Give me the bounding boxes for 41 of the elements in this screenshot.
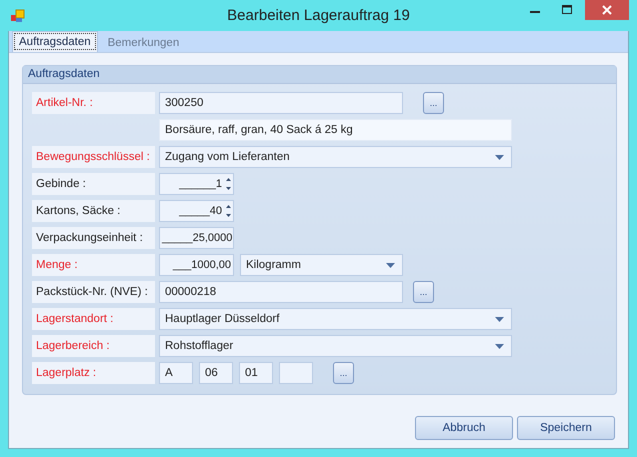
spinner-arrows-icon[interactable] (226, 178, 231, 190)
field-label: Lagerstandort : (32, 308, 155, 330)
field-label: Menge : (32, 254, 155, 276)
field-label: Bewegungsschlüssel : (32, 146, 155, 168)
dropdown-arrow-icon (495, 154, 504, 160)
spinner-arrows-icon[interactable] (226, 205, 231, 217)
text-field[interactable]: 00000218 (159, 281, 403, 303)
browse-button[interactable]: ... (423, 92, 444, 114)
dropdown[interactable]: Hauptlager Düsseldorf (159, 308, 512, 330)
field-label: Verpackungseinheit : (32, 227, 155, 249)
location-field[interactable]: 06 (199, 362, 233, 384)
field-label: Gebinde : (32, 173, 155, 195)
dropdown-arrow-icon (495, 344, 504, 348)
app-icon (10, 8, 26, 24)
dropdown[interactable]: Rohstofflager (159, 335, 512, 357)
field-label: Lagerbereich : (32, 335, 155, 357)
field-label: Artikel-Nr. : (32, 92, 155, 114)
unit-dropdown[interactable]: Kilogramm (240, 254, 403, 276)
browse-button[interactable]: ... (413, 281, 434, 303)
group-title: Auftragsdaten (23, 66, 616, 84)
text-field[interactable]: 300250 (159, 92, 403, 114)
close-icon[interactable] (585, 0, 629, 20)
location-field[interactable]: 01 (239, 362, 273, 384)
dropdown-arrow-icon (495, 316, 504, 322)
dialog-button[interactable]: Abbruch (415, 416, 513, 440)
window-title: Bearbeiten Lagerauftrag 19 (227, 7, 410, 24)
spin-field[interactable]: _____40 (159, 200, 234, 222)
dialog-button[interactable]: Speichern (517, 416, 615, 440)
field-label: Kartons, Säcke : (32, 200, 155, 222)
location-field[interactable]: A (159, 362, 193, 384)
field-label: Packstück-Nr. (NVE) : (32, 281, 155, 303)
dropdown[interactable]: Zugang vom Lieferanten (159, 146, 512, 168)
number-field[interactable]: ___1000,00 (159, 254, 234, 276)
spin-field[interactable]: ______1 (159, 173, 234, 195)
location-field[interactable] (279, 362, 313, 384)
browse-button[interactable]: ... (333, 362, 354, 384)
description-field: Borsäure, raff, gran, 40 Sack á 25 kg (159, 119, 512, 141)
tab[interactable]: Auftragsdaten (12, 31, 98, 52)
number-field[interactable]: _____25,0000 (159, 227, 234, 249)
dropdown-arrow-icon (386, 262, 395, 268)
field-label: Lagerplatz : (32, 362, 155, 384)
